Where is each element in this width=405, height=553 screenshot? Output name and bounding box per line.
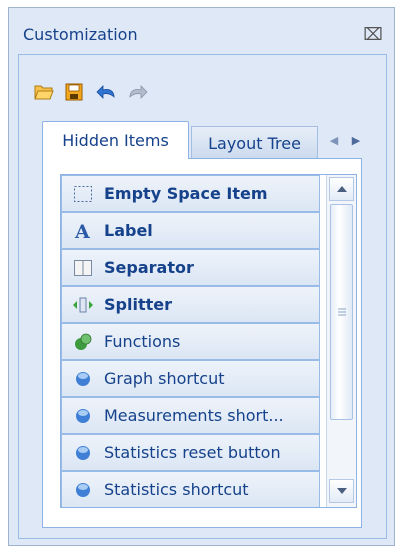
close-icon[interactable]: ⌧ — [363, 25, 383, 45]
open-folder-icon — [34, 85, 54, 100]
redo-button[interactable] — [126, 80, 150, 104]
list-item[interactable]: Functions — [61, 323, 320, 360]
empty-space-icon — [72, 183, 94, 205]
tab-label: Layout Tree — [208, 133, 301, 153]
grip-icon — [337, 308, 346, 316]
list-item[interactable]: Empty Space Item — [61, 175, 320, 212]
list-item-label: Separator — [104, 258, 194, 277]
label-icon: A — [72, 220, 94, 242]
scrollbar-thumb[interactable] — [330, 204, 353, 420]
list-item-label: Graph shortcut — [104, 369, 225, 388]
window-title: Customization — [23, 25, 138, 44]
tab-label: Hidden Items — [62, 131, 169, 150]
undo-icon — [96, 85, 115, 99]
item-ball-icon — [72, 368, 94, 390]
item-ball-icon — [72, 479, 94, 501]
list-item[interactable]: Splitter — [61, 286, 320, 323]
scroll-up-button[interactable] — [329, 177, 354, 201]
save-icon — [65, 83, 83, 101]
list-item-label: Statistics shortcut — [104, 480, 249, 499]
tab-scroll-left-icon[interactable]: ◀ — [325, 129, 343, 151]
title-bar[interactable]: Customization ⌧ — [9, 8, 394, 54]
scroll-up-icon — [336, 186, 347, 192]
list-item[interactable]: Measurements short... — [61, 397, 320, 434]
svg-text:A: A — [74, 222, 90, 240]
undo-button[interactable] — [94, 80, 118, 104]
scroll-down-icon — [336, 488, 347, 494]
list-item[interactable]: Separator — [61, 249, 320, 286]
list-item[interactable]: A Label — [61, 212, 320, 249]
hidden-items-list[interactable]: Empty Space Item A Label Separator Split… — [60, 174, 357, 508]
save-button[interactable] — [62, 80, 86, 104]
tab-layout-tree[interactable]: Layout Tree — [191, 126, 318, 159]
tab-strip: Hidden Items Layout Tree ◀ ▶ — [42, 121, 379, 159]
list-item-label: Statistics reset button — [104, 443, 281, 462]
item-ball-icon — [72, 405, 94, 427]
list-item-label: Empty Space Item — [104, 184, 268, 203]
list-item[interactable]: Statistics shortcut — [61, 471, 320, 507]
tab-scroll-right-icon[interactable]: ▶ — [347, 129, 365, 151]
scroll-down-button[interactable] — [329, 479, 354, 503]
list-item-label: Functions — [104, 332, 181, 351]
list-item-label: Measurements short... — [104, 406, 284, 425]
tab-hidden-items[interactable]: Hidden Items — [42, 121, 189, 159]
list-item[interactable]: Graph shortcut — [61, 360, 320, 397]
open-folder-button[interactable] — [32, 80, 56, 104]
list-item-label: Label — [104, 221, 153, 240]
functions-icon — [72, 331, 94, 353]
item-ball-icon — [72, 442, 94, 464]
separator-icon — [72, 257, 94, 279]
list-item[interactable]: Statistics reset button — [61, 434, 320, 471]
vertical-scrollbar[interactable] — [326, 175, 356, 507]
splitter-icon — [72, 294, 94, 316]
redo-icon — [129, 85, 148, 99]
list-item-label: Splitter — [104, 295, 172, 314]
